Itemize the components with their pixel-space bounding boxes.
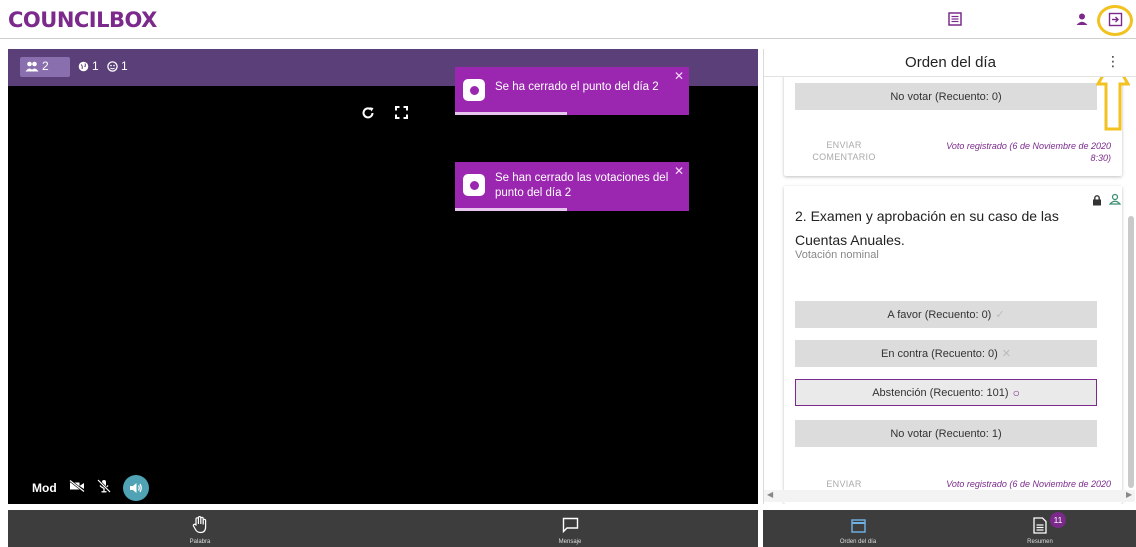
face-icon xyxy=(107,60,118,72)
horizontal-scrollbar[interactable] xyxy=(764,490,1135,502)
orden-del-dia-button[interactable]: Orden del día xyxy=(823,510,893,547)
vote-option-label: En contra (Recuento: 0) xyxy=(880,347,998,360)
send-comment-button[interactable]: ENVIAR xyxy=(804,478,884,490)
toast-progress-bar xyxy=(455,208,568,211)
close-icon[interactable]: ✕ xyxy=(674,164,684,178)
refresh-icon[interactable] xyxy=(361,106,375,125)
speaker-icon xyxy=(129,483,142,493)
palabra-label: Palabra xyxy=(189,539,211,545)
toast-progress-bar xyxy=(455,112,568,115)
notification-icon xyxy=(463,79,485,101)
guests-value: 1 xyxy=(121,59,128,73)
users-icon xyxy=(25,61,39,71)
agenda-list-icon[interactable] xyxy=(945,9,965,29)
panel-title: Orden del día xyxy=(764,49,1136,77)
vote-registered-text: Voto registrado (6 de Noviembre de 2020 xyxy=(946,479,1111,489)
resumen-button[interactable]: 11 Resumen xyxy=(1008,510,1072,547)
highlight-circle xyxy=(1097,5,1133,36)
voting-type: Votación nominal xyxy=(795,249,879,261)
notification-icon xyxy=(463,174,485,196)
lock-icon xyxy=(1092,193,1102,211)
toast-notification[interactable]: Se han cerrado las votaciones del punto … xyxy=(455,162,689,211)
bottom-nav-left: Palabra Mensaje xyxy=(8,510,758,547)
moderator-controls: Mod xyxy=(32,475,149,501)
guests-count[interactable]: 1 xyxy=(107,59,128,73)
toast-notification[interactable]: Se ha cerrado el punto del día 2 ✕ xyxy=(455,67,689,115)
resumen-badge: 11 xyxy=(1050,512,1066,528)
check-icon: ✓ xyxy=(995,309,1005,321)
hand-icon xyxy=(190,515,210,535)
circle-icon: ○ xyxy=(1012,385,1020,400)
app-logo: COUNCILBOX xyxy=(8,8,157,32)
video-area: 2 1 1 Mod xyxy=(8,49,758,530)
scroll-right-icon[interactable]: ▶ xyxy=(1126,490,1132,499)
calendar-icon xyxy=(848,515,868,535)
summary-icon: 11 xyxy=(1030,512,1066,535)
cross-icon: ✕ xyxy=(1001,348,1011,360)
user-icon[interactable] xyxy=(1072,9,1092,29)
vote-option-label: No votar (Recuento: 1) xyxy=(890,427,1002,440)
resumen-label: Resumen xyxy=(1027,539,1053,545)
mensaje-label: Mensaje xyxy=(558,539,582,545)
palabra-button[interactable]: Palabra xyxy=(168,510,232,547)
camera-off-icon[interactable] xyxy=(68,479,85,497)
participants-value: 2 xyxy=(42,59,49,73)
volume-button[interactable] xyxy=(122,475,149,501)
orden-label: Orden del día xyxy=(839,539,877,545)
panel-title-text: Orden del día xyxy=(905,54,996,71)
close-icon[interactable]: ✕ xyxy=(674,69,684,83)
panel-scrollbar[interactable] xyxy=(1128,216,1134,488)
message-icon xyxy=(560,515,580,535)
vote-option-button[interactable]: No votar (Recuento: 0) xyxy=(795,83,1097,110)
vote-option-label: No votar (Recuento: 0) xyxy=(890,90,1002,103)
toast-message: Se ha cerrado el punto del día 2 xyxy=(495,81,659,93)
mensaje-button[interactable]: Mensaje xyxy=(538,510,602,547)
agenda-item-title: 2. Examen y aprobación en su caso de las… xyxy=(795,208,1059,248)
vote-registered-text: Voto registrado (6 de Noviembre de 2020 … xyxy=(946,141,1111,163)
vote-option-label: A favor (Recuento: 0) xyxy=(887,308,992,321)
more-options-icon[interactable]: ⋮ xyxy=(1106,53,1120,70)
globe-icon xyxy=(78,61,89,71)
mod-label: Mod xyxy=(32,481,57,495)
mic-off-icon[interactable] xyxy=(96,478,111,498)
bottom-nav-right: Orden del día 11 Resumen xyxy=(763,510,1136,547)
vote-option-en-contra[interactable]: En contra (Recuento: 0) ✕ xyxy=(795,340,1097,367)
agenda-panel: Orden del día ⋮ No votar (Recuento: 0) E… xyxy=(763,49,1136,504)
send-comment-button[interactable]: ENVIAR COMENTARIO xyxy=(804,139,884,163)
attendee-icon[interactable] xyxy=(1108,192,1122,210)
fullscreen-icon[interactable] xyxy=(395,106,408,124)
vote-option-a-favor[interactable]: A favor (Recuento: 0) ✓ xyxy=(795,301,1097,328)
scroll-left-icon[interactable]: ◀ xyxy=(767,490,773,499)
online-value: 1 xyxy=(92,59,99,73)
vote-option-no-votar[interactable]: No votar (Recuento: 1) xyxy=(795,420,1097,447)
top-header: COUNCILBOX xyxy=(0,0,1136,39)
vote-option-label: Abstención (Recuento: 101) xyxy=(872,386,1009,399)
toast-message: Se han cerrado las votaciones del punto … xyxy=(495,172,669,199)
participants-count[interactable]: 2 xyxy=(25,59,49,73)
online-count[interactable]: 1 xyxy=(78,59,99,73)
vote-option-abstencion[interactable]: Abstención (Recuento: 101) ○ xyxy=(795,379,1097,406)
